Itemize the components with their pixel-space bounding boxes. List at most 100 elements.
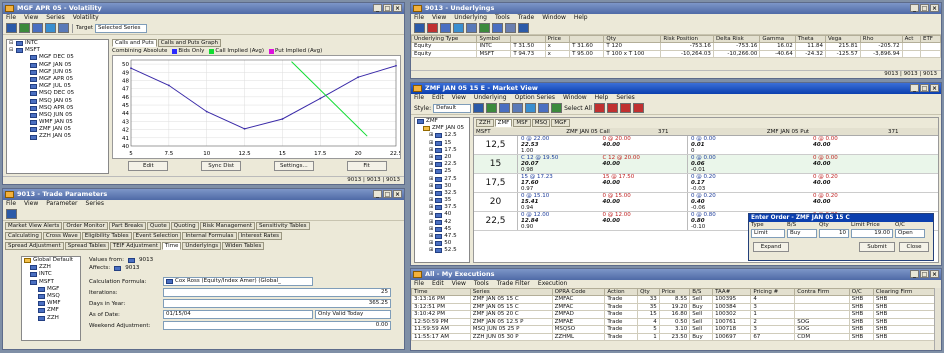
tree-item[interactable]: ⊟ INTC: [9, 40, 108, 47]
call-quote[interactable]: 0 @ 22.00 0 @ 20.00 22.53 40.00 1.00: [518, 136, 688, 154]
expand-icon[interactable]: ⊞: [429, 140, 433, 147]
order-type-select[interactable]: Limit: [751, 229, 785, 238]
minimize-button[interactable]: _: [910, 84, 919, 92]
maximize-button[interactable]: □: [920, 270, 929, 278]
tab-calls-puts[interactable]: Calls and Puts: [112, 39, 157, 47]
column-header[interactable]: Qty: [603, 35, 662, 43]
tree-item[interactable]: ⊞ 40: [417, 211, 469, 218]
column-header[interactable]: TAA#: [712, 288, 752, 296]
tree-item[interactable]: ⊞ 12.5: [417, 132, 469, 139]
column-header[interactable]: Clearing Firm: [872, 288, 936, 296]
menu-view[interactable]: View: [432, 14, 446, 22]
grid-icon[interactable]: [6, 23, 17, 33]
tree-item[interactable]: ⊞ 27.5: [417, 176, 469, 183]
minimize-button[interactable]: _: [373, 4, 382, 12]
tree-item[interactable]: Global Default: [24, 257, 80, 264]
tree-item[interactable]: ⊞ 37.5: [417, 204, 469, 211]
column-icon[interactable]: [512, 103, 524, 113]
tab-cross-wave[interactable]: Cross Wave: [42, 232, 81, 240]
grid-icon[interactable]: [473, 103, 485, 113]
tree-item[interactable]: ⊞ 20: [417, 154, 469, 161]
market-view-titlebar[interactable]: ZMF JAN 05 15 E - Market View _ □ ×: [411, 83, 941, 94]
expand-icon[interactable]: ⊞: [429, 233, 433, 240]
expand-icon[interactable]: ⊞: [429, 204, 433, 211]
put-quote[interactable]: 0 @ 0.00 0 @ 0.00 0.06 40.00 -0.01: [688, 155, 938, 173]
buy-icon[interactable]: [593, 103, 605, 113]
tree-item[interactable]: ⊞ 17.5: [417, 147, 469, 154]
cancel-icon[interactable]: [632, 103, 644, 113]
tree-item[interactable]: MSQ DEC 05: [9, 90, 108, 97]
tree-item[interactable]: ZZH: [24, 315, 80, 322]
put-quote[interactable]: 0 @ 0.20 0 @ 0.20 0.40 40.00 -0.06: [688, 193, 938, 211]
expand-icon[interactable]: ⊞: [429, 168, 433, 175]
maximize-button[interactable]: □: [383, 190, 392, 198]
tab-market-view-alerts[interactable]: Market View Alerts: [5, 222, 63, 230]
close-button[interactable]: ×: [930, 270, 939, 278]
table-row[interactable]: 12:50:59 PM ZMF JAN 05 12.5 P ZMFAE Trade 4 0…: [411, 317, 936, 326]
order-title[interactable]: Enter Order - ZMF JAN 05 15 C: [749, 214, 933, 222]
tab-zzh[interactable]: ZZH: [476, 119, 494, 127]
menu-help[interactable]: Help: [574, 14, 588, 22]
tab-risk-management[interactable]: Risk Management: [199, 222, 256, 230]
column-header[interactable]: Gamma: [759, 35, 796, 43]
expand-icon[interactable]: ⊞: [429, 132, 433, 139]
expand-icon[interactable]: ⊞: [429, 183, 433, 190]
fit-button[interactable]: Fit: [346, 161, 387, 171]
expand-icon[interactable]: ⊞: [429, 161, 433, 168]
chain-row[interactable]: 12,5 0 @ 22.00 0 @ 20.00 22.53 40.00 1.00 0 @ …: [474, 136, 938, 155]
tree-item[interactable]: MGF: [24, 286, 80, 293]
menu-view[interactable]: View: [24, 14, 38, 22]
menu-underlying[interactable]: Underlying: [474, 94, 507, 102]
menu-view[interactable]: View: [24, 200, 38, 208]
menu-parameter[interactable]: Parameter: [46, 200, 77, 208]
tab-interest-rates[interactable]: Interest Rates: [237, 232, 282, 240]
executions-scrollbar[interactable]: [934, 288, 941, 350]
menu-option-series[interactable]: Option Series: [515, 94, 555, 102]
chart-icon[interactable]: [19, 23, 30, 33]
volatility-titlebar[interactable]: MGF APR 05 - Volatility _ □ ×: [3, 3, 404, 14]
expand-icon[interactable]: ⊞: [429, 240, 433, 247]
tree-item[interactable]: ZZH JAN 05: [9, 133, 108, 140]
tree-item[interactable]: ⊞ 52.5: [417, 247, 469, 254]
menu-series[interactable]: Series: [86, 200, 104, 208]
style-select[interactable]: Default: [433, 103, 472, 113]
tree-item[interactable]: ⊞ 32.5: [417, 190, 469, 197]
minimize-button[interactable]: _: [910, 4, 919, 12]
weekend-adj-input[interactable]: 0.00: [163, 321, 391, 330]
expand-icon[interactable]: ⊞: [429, 219, 433, 226]
tree-item[interactable]: WMF: [24, 300, 80, 307]
table-icon[interactable]: [32, 23, 43, 33]
column-header[interactable]: Theta: [794, 35, 826, 43]
tab-calculating[interactable]: Calculating: [5, 232, 42, 240]
chain-row[interactable]: 20 0 @ 15.10 0 @ 15.00 15.41 40.00 0.94 0 @ 0.…: [474, 193, 938, 212]
tree-item[interactable]: MSQ JUN 05: [9, 112, 108, 119]
tab-spread-tables[interactable]: Spread Tables: [64, 242, 109, 250]
maximize-button[interactable]: □: [920, 4, 929, 12]
menu-tools[interactable]: Tools: [474, 280, 489, 288]
tab-widen-tables[interactable]: Widen Tables: [222, 242, 265, 250]
table-row[interactable]: 11:59:59 AM MSQ JUN 05 25 P MSQSO Trade 5 3.1…: [411, 325, 936, 334]
tree-item[interactable]: ZZH: [24, 264, 80, 271]
tab-msf[interactable]: MSF: [513, 119, 531, 127]
menu-tools[interactable]: Tools: [495, 14, 510, 22]
column-header[interactable]: Symbol: [476, 35, 512, 43]
column-header[interactable]: [510, 35, 546, 43]
put-quote[interactable]: 0 @ 0.20 0 @ 0.20 0.17 40.00 -0.03: [688, 174, 938, 192]
column-header[interactable]: OPRA Code: [551, 288, 606, 296]
column-header[interactable]: Vega: [824, 35, 861, 43]
calc-formula-select[interactable]: Cox Ross (Equity/Index Amer) (Global_: [163, 277, 313, 286]
tab-time[interactable]: Time: [161, 242, 182, 250]
column-header[interactable]: Pricing #: [750, 288, 796, 296]
tree-item[interactable]: ZMF JAN 05: [417, 125, 469, 132]
tab-zmf[interactable]: ZMF: [494, 119, 513, 127]
select-all-label[interactable]: Select All: [564, 105, 592, 112]
sync-dist-button[interactable]: Sync Dist: [201, 161, 242, 171]
menu-series[interactable]: Series: [616, 94, 634, 102]
menu-trade[interactable]: Trade: [518, 14, 534, 22]
tree-item[interactable]: ⊞ 30: [417, 183, 469, 190]
close-button[interactable]: ×: [930, 4, 939, 12]
column-header[interactable]: B/S: [689, 288, 714, 296]
table-row[interactable]: 3:12:51 PM ZMF JAN 05 15 C ZMFAC Trade 35 19.…: [411, 302, 936, 311]
close-button[interactable]: ×: [393, 190, 402, 198]
delete-icon[interactable]: [427, 23, 438, 33]
